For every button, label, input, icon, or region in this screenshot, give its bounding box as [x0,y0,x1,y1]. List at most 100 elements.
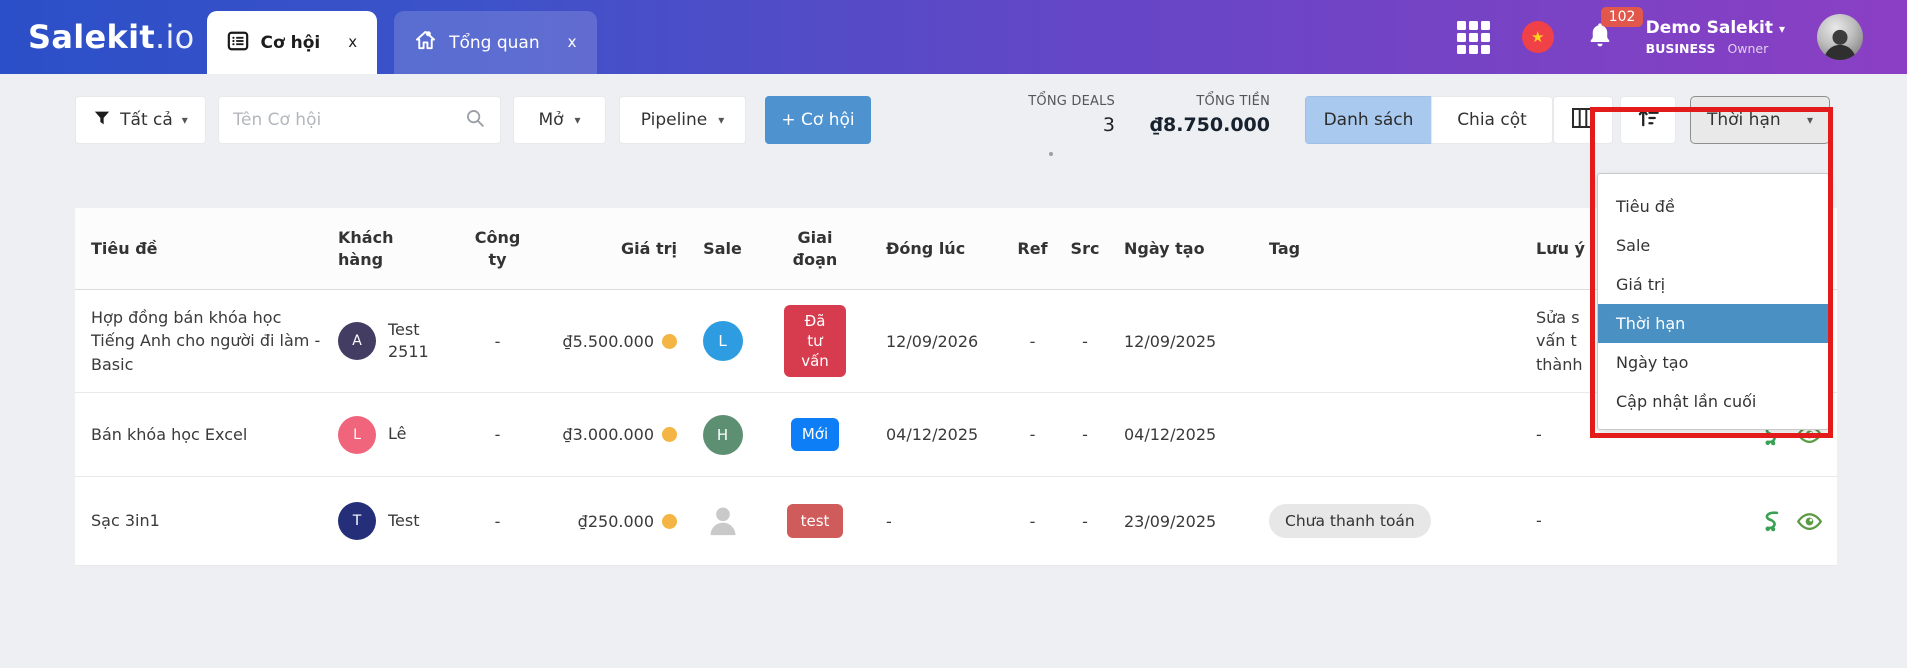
sort-field-dropdown[interactable]: Thời hạn▾ [1690,96,1830,144]
src-cell: - [1060,393,1110,476]
table-row[interactable]: Hợp đồng bán khóa học Tiếng Anh cho ngườ… [75,290,1837,393]
header-sale[interactable]: Sale [685,208,760,289]
tag-cell [1255,290,1520,392]
created-date-cell: 23/09/2025 [1110,477,1255,565]
eye-icon[interactable] [1796,508,1823,535]
deal-value: ₫3.000.000 [562,425,654,444]
pipeline-dropdown[interactable]: Pipeline▾ [619,96,746,144]
deal-title[interactable]: Sạc 3in1 [75,477,330,565]
value-status-dot [662,334,677,349]
stage-badge[interactable]: test [787,504,844,538]
total-money-label: TỔNG TIỀN [1120,94,1270,109]
column-settings-button[interactable] [1553,96,1613,144]
stage-badge[interactable]: Đã tư vấn [784,305,846,378]
chevron-down-icon: ▾ [182,113,188,127]
apps-grid-icon[interactable] [1457,21,1490,54]
notifications-button[interactable]: 102 [1586,21,1614,53]
sort-menu-item-thoi-han[interactable]: Thời hạn [1598,304,1828,343]
customer-name[interactable]: Test 2511 [388,319,452,364]
customer-avatar[interactable]: T [338,502,376,540]
tag-badge[interactable]: Chưa thanh toán [1269,504,1431,538]
sale-avatar[interactable]: L [703,321,743,361]
search-icon[interactable] [464,107,486,134]
header-created[interactable]: Ngày tạo [1110,208,1255,289]
customer-name[interactable]: Lê [388,423,406,445]
total-deals-value: 3 [965,114,1115,136]
sort-direction-button[interactable] [1620,96,1676,144]
view-columns-button[interactable]: Chia cột [1431,96,1553,144]
header-close-date[interactable]: Đóng lúc [870,208,1005,289]
sort-menu-item-ngay-tao[interactable]: Ngày tạo [1598,343,1828,382]
tag-cell [1255,393,1520,476]
total-money: TỔNG TIỀN ₫8.750.000 [1120,94,1270,136]
deal-value: ₫250.000 [578,512,654,531]
note-cell: Sửa s vấn t thành [1536,306,1583,376]
src-cell: - [1060,290,1110,392]
list-icon [227,30,249,56]
chevron-down-icon: ▾ [1807,113,1813,127]
src-cell: - [1060,477,1110,565]
tab-label: Tổng quan [449,33,540,53]
view-list-button[interactable]: Danh sách [1305,96,1432,144]
table-header-row: Tiêu đề Khách hàng Công ty Giá trị Sale … [75,208,1837,290]
header-src[interactable]: Src [1060,208,1110,289]
deal-title[interactable]: Bán khóa học Excel [75,393,330,476]
tab-close-icon[interactable]: x [348,35,357,50]
stage-badge[interactable]: Mới [791,418,839,450]
deal-title[interactable]: Hợp đồng bán khóa học Tiếng Anh cho ngườ… [75,290,330,392]
sort-menu-item-sale[interactable]: Sale [1598,226,1828,265]
company-cell: - [460,393,535,476]
sale-avatar[interactable]: H [703,415,743,455]
columns-icon [1571,106,1595,135]
note-cell: - [1536,509,1542,532]
user-role: Owner [1727,41,1768,56]
total-money-value: ₫8.750.000 [1120,114,1270,136]
topbar: Salekit.io Cơ hội x Tổng quan x ★ 102 [0,0,1907,74]
tab-co-hoi[interactable]: Cơ hội x [207,11,378,74]
header-company[interactable]: Công ty [460,208,535,289]
header-customer[interactable]: Khách hàng [330,208,460,289]
user-avatar[interactable] [1817,14,1863,60]
sort-menu-item-cap-nhat[interactable]: Cập nhật lần cuối [1598,382,1828,421]
star-flag-icon[interactable]: ★ [1522,21,1554,53]
customer-avatar[interactable]: L [338,416,376,454]
note-cell: - [1536,423,1542,446]
company-cell: - [460,477,535,565]
sort-menu-item-tieu-de[interactable]: Tiêu đề [1598,187,1828,226]
tab-tong-quan[interactable]: Tổng quan x [394,11,596,74]
funnel-icon [93,109,111,132]
tab-bar: Cơ hội x Tổng quan x [207,0,597,74]
user-plan-badge: BUSINESS [1646,41,1716,56]
notification-count-badge: 102 [1601,7,1644,27]
person-placeholder-icon[interactable] [703,501,743,541]
header-title[interactable]: Tiêu đề [75,208,330,289]
scroll-indicator-dot [1049,152,1053,156]
sort-menu-item-gia-tri[interactable]: Giá trị [1598,265,1828,304]
company-cell: - [460,290,535,392]
header-value[interactable]: Giá trị [535,208,685,289]
sort-amount-icon [1637,106,1660,134]
user-menu[interactable]: Demo Salekit▾ BUSINESS Owner [1646,18,1785,56]
header-stage[interactable]: Giai đoạn [760,208,870,289]
search-input[interactable] [233,110,443,130]
add-opportunity-button[interactable]: + Cơ hội [765,96,871,144]
route-icon[interactable] [1758,508,1784,534]
created-date-cell: 12/09/2025 [1110,290,1255,392]
ref-cell: - [1005,477,1060,565]
table-row[interactable]: Sạc 3in1 T Test - ₫250.000 test - - - 23… [75,477,1837,566]
customer-name[interactable]: Test [388,510,420,532]
app-logo[interactable]: Salekit.io [28,18,195,56]
customer-avatar[interactable]: A [338,322,376,360]
topbar-right: ★ 102 Demo Salekit▾ BUSINESS Owner [1457,14,1863,60]
close-date-cell: 04/12/2025 [870,393,1005,476]
table-row[interactable]: Bán khóa học Excel L Lê - ₫3.000.000 H M… [75,393,1837,477]
header-tag[interactable]: Tag [1255,208,1520,289]
total-deals: TỔNG DEALS 3 [965,94,1115,136]
filter-button[interactable]: Tất cả▾ [75,96,206,144]
ref-cell: - [1005,393,1060,476]
sort-field-menu: Tiêu đề Sale Giá trị Thời hạn Ngày tạo C… [1597,173,1829,430]
tab-close-icon[interactable]: x [568,35,577,50]
header-ref[interactable]: Ref [1005,208,1060,289]
chevron-down-icon: ▾ [1779,22,1785,36]
state-dropdown[interactable]: Mở▾ [513,96,606,144]
